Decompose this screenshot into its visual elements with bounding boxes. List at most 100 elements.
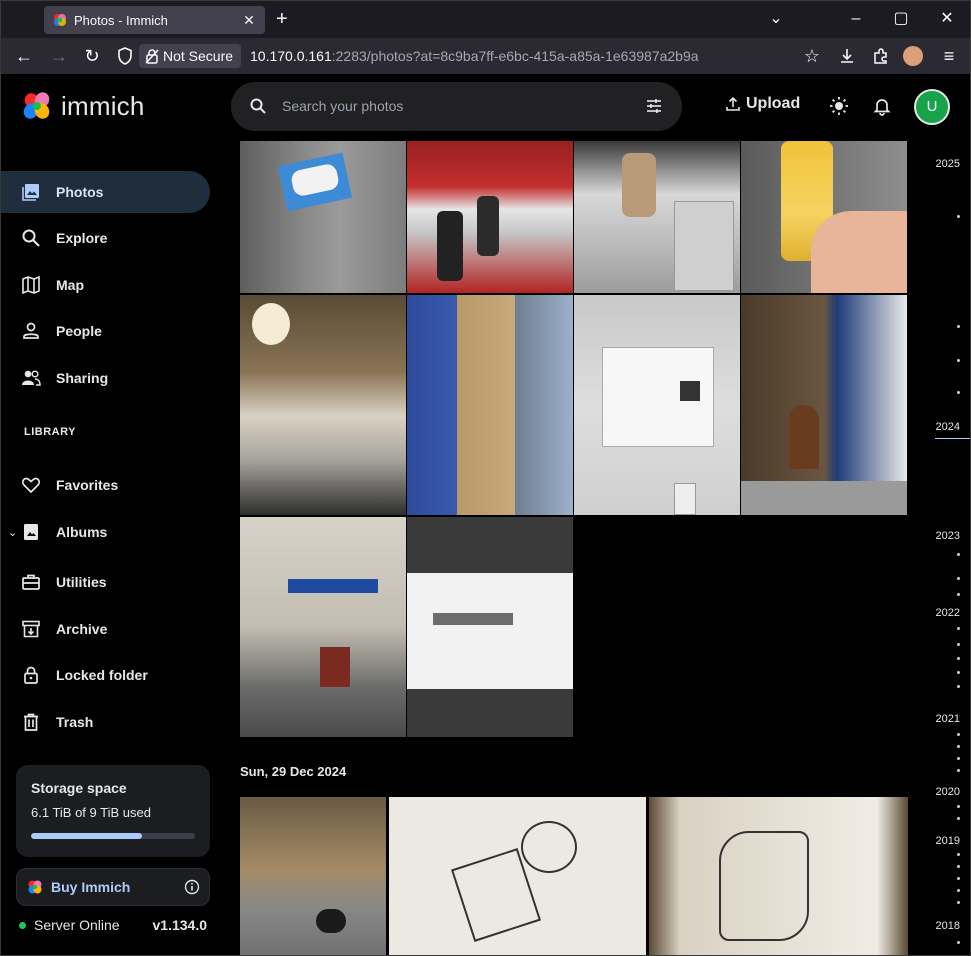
trash-icon: [24, 713, 38, 731]
timeline-dot: [957, 901, 960, 904]
sidebar-item-map[interactable]: Map: [1, 264, 210, 306]
timeline-year[interactable]: 2024: [936, 421, 960, 433]
photo-thumbnail[interactable]: [240, 141, 406, 293]
sign-text-shape: [433, 613, 513, 625]
photo-thumbnail[interactable]: [389, 797, 646, 955]
forward-arrow-icon[interactable]: →: [47, 44, 71, 68]
buy-immich-label: Buy Immich: [51, 879, 131, 895]
minimize-icon[interactable]: –: [846, 8, 866, 30]
browser-tab[interactable]: Photos - Immich ✕: [44, 6, 265, 34]
shield-icon[interactable]: [115, 46, 135, 66]
lock-icon: [24, 666, 38, 684]
map-icon: [22, 275, 40, 295]
shelf-shape: [674, 201, 734, 291]
url-text[interactable]: 10.170.0.161:2283/photos?at=8c9ba7ff-e6b…: [250, 42, 699, 70]
window-close-icon[interactable]: ✕: [937, 8, 957, 30]
sidebar-item-label: Utilities: [56, 574, 107, 590]
ground-shape: [741, 481, 907, 515]
menu-hamburger-icon[interactable]: ≡: [937, 44, 961, 68]
browser-window: Photos - Immich ✕ + ⌄ – ▢ ✕ ← → ↻ Not Se…: [0, 0, 971, 956]
url-bar[interactable]: Not Secure 10.170.0.161:2283/photos?at=8…: [139, 42, 829, 70]
search-filter-icon[interactable]: [645, 97, 663, 115]
sharing-icon: [22, 370, 41, 386]
security-indicator[interactable]: Not Secure: [139, 44, 242, 68]
timeline-dot: [957, 889, 960, 892]
photo-thumbnail[interactable]: [407, 295, 573, 515]
storage-progress-bar: [31, 833, 195, 839]
photo-thumbnail[interactable]: [240, 295, 406, 515]
sidebar-item-sharing[interactable]: Sharing: [1, 357, 210, 399]
timeline-year[interactable]: 2019: [936, 835, 960, 847]
sidebar-item-albums[interactable]: Albums: [1, 511, 210, 553]
sidebar-item-utilities[interactable]: Utilities: [1, 561, 210, 603]
immich-logo[interactable]: immich: [21, 90, 145, 122]
sidebar-item-favorites[interactable]: Favorites: [1, 464, 210, 506]
download-icon[interactable]: [837, 46, 857, 66]
paper-sign-shape: [407, 573, 573, 689]
server-version[interactable]: v1.134.0: [153, 917, 208, 933]
extensions-icon[interactable]: [871, 46, 891, 66]
people-icon: [23, 322, 39, 339]
profile-icon[interactable]: [903, 46, 923, 66]
buy-immich-button[interactable]: Buy Immich: [16, 868, 210, 906]
photo-thumbnail[interactable]: [574, 295, 740, 515]
maximize-icon[interactable]: ▢: [891, 8, 911, 30]
tab-close-icon[interactable]: ✕: [241, 12, 257, 29]
storage-card: Storage space 6.1 TiB of 9 TiB used: [16, 765, 210, 857]
sidebar-item-photos[interactable]: Photos: [1, 171, 210, 213]
storage-progress-fill: [31, 833, 143, 839]
new-tab-button[interactable]: +: [276, 8, 288, 30]
sidebar: Photos Explore Map People Sharing LIBRAR…: [1, 141, 223, 955]
immich-logo-icon: [28, 880, 42, 894]
photo-thumbnail[interactable]: [574, 141, 740, 293]
person-silhouette: [437, 211, 463, 281]
heart-icon: [21, 477, 41, 494]
theme-toggle-sun-icon[interactable]: [829, 96, 849, 116]
reload-icon[interactable]: ↻: [80, 44, 104, 68]
lantern-shape: [252, 303, 290, 345]
hand-shape: [811, 211, 907, 293]
storage-used-text: 6.1 TiB of 9 TiB used: [31, 805, 151, 820]
upload-button[interactable]: Upload: [725, 95, 800, 113]
timeline-dot: [957, 325, 960, 328]
app-name: immich: [61, 90, 145, 121]
sidebar-item-explore[interactable]: Explore: [1, 217, 210, 259]
photo-thumbnail[interactable]: [649, 797, 908, 955]
timeline-year[interactable]: 2021: [936, 713, 960, 725]
tab-list-chevron-icon[interactable]: ⌄: [766, 8, 786, 30]
timeline-dot: [957, 757, 960, 760]
back-arrow-icon[interactable]: ←: [12, 44, 36, 68]
photo-thumbnail[interactable]: [407, 141, 573, 293]
sidebar-item-trash[interactable]: Trash: [1, 701, 210, 743]
storage-title: Storage space: [31, 780, 127, 796]
photo-thumbnail[interactable]: [240, 517, 406, 737]
user-avatar[interactable]: U: [914, 89, 950, 125]
sidebar-item-people[interactable]: People: [1, 310, 210, 352]
search-input[interactable]: [282, 94, 622, 118]
photo-thumbnail[interactable]: [741, 141, 907, 293]
security-label: Not Secure: [163, 48, 234, 64]
timeline-year[interactable]: 2018: [936, 920, 960, 932]
timeline-year[interactable]: 2020: [936, 786, 960, 798]
timeline-dot: [957, 671, 960, 674]
timeline-year[interactable]: 2025: [936, 158, 960, 170]
timeline-dot: [957, 769, 960, 772]
photo-thumbnail[interactable]: [240, 797, 386, 955]
sidebar-item-archive[interactable]: Archive: [1, 608, 210, 650]
photo-thumbnail[interactable]: [741, 295, 907, 515]
search-bar[interactable]: [231, 82, 682, 131]
toolbox-icon: [22, 574, 40, 590]
bookmark-star-icon[interactable]: ☆: [800, 44, 824, 68]
timeline-scrubber[interactable]: 2025 2024 2023 2022 2021 2020 2019 2018: [913, 141, 970, 955]
info-icon[interactable]: [184, 879, 200, 895]
notifications-bell-icon[interactable]: [872, 96, 892, 116]
timeline-year[interactable]: 2022: [936, 607, 960, 619]
timeline-dot: [957, 657, 960, 660]
timeline-dot: [957, 865, 960, 868]
timeline-dot: [957, 877, 960, 880]
sidebar-item-locked-folder[interactable]: Locked folder: [1, 654, 210, 696]
browser-navbar: ← → ↻ Not Secure 10.170.0.161:2283/photo…: [1, 38, 970, 74]
timeline-year[interactable]: 2023: [936, 530, 960, 542]
timeline-position-marker: [935, 438, 970, 439]
photo-thumbnail[interactable]: [407, 517, 573, 737]
